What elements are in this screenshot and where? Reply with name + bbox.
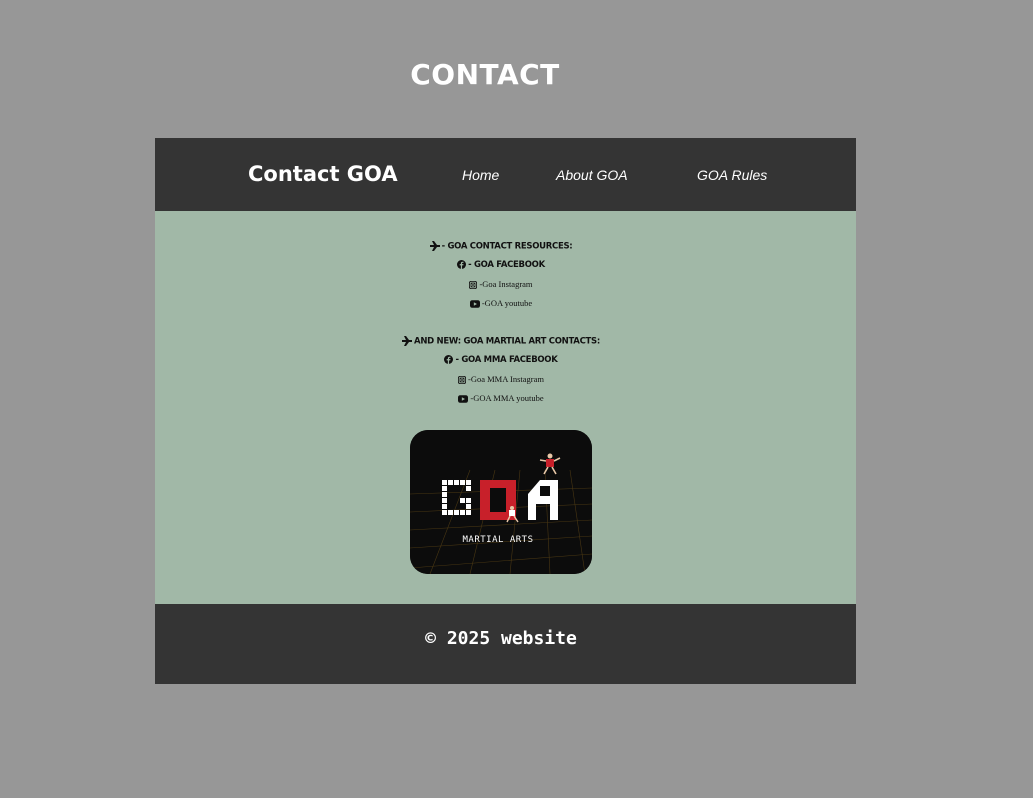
martial-heading: AND NEW: GOA MARTIAL ART CONTACTS: <box>155 336 847 347</box>
goa-youtube-link[interactable]: -GOA youtube <box>155 298 847 308</box>
goa-facebook-link[interactable]: - GOA FACEBOOK <box>155 260 847 270</box>
footer-copyright: © 2025 website <box>425 628 577 649</box>
plane-icon <box>429 241 440 251</box>
brand-title[interactable]: Contact GOA <box>248 162 398 186</box>
navbar: Contact GOA Home About GOA GOA Rules <box>155 138 856 211</box>
resources-heading: - GOA CONTACT RESOURCES: <box>155 241 847 252</box>
instagram-icon <box>469 281 478 290</box>
instagram-icon <box>457 376 466 385</box>
goa-martial-arts-logo: MARTIAL ARTS <box>410 430 592 574</box>
contact-content: - GOA CONTACT RESOURCES: - GOA FACEBOOK … <box>155 211 856 604</box>
logo-caption: MARTIAL ARTS <box>462 535 533 545</box>
footer: © 2025 website <box>155 604 856 684</box>
nav-link-rules[interactable]: GOA Rules <box>697 167 767 183</box>
nav-link-home[interactable]: Home <box>462 167 499 183</box>
facebook-icon <box>457 260 467 269</box>
nav-link-about[interactable]: About GOA <box>556 167 628 183</box>
plane-icon <box>402 336 413 346</box>
goa-mma-facebook-link[interactable]: - GOA MMA FACEBOOK <box>155 355 847 365</box>
page-title: CONTACT <box>410 58 560 91</box>
youtube-icon <box>458 395 469 403</box>
goa-instagram-link[interactable]: -Goa Instagram <box>155 279 847 290</box>
contact-card: Contact GOA Home About GOA GOA Rules - G… <box>155 138 856 684</box>
youtube-icon <box>469 300 480 308</box>
logo-graphic: MARTIAL ARTS <box>410 430 592 574</box>
goa-mma-instagram-link[interactable]: -Goa MMA Instagram <box>155 374 847 385</box>
goa-mma-youtube-link[interactable]: -GOA MMA youtube <box>155 393 847 403</box>
facebook-icon <box>444 355 454 364</box>
